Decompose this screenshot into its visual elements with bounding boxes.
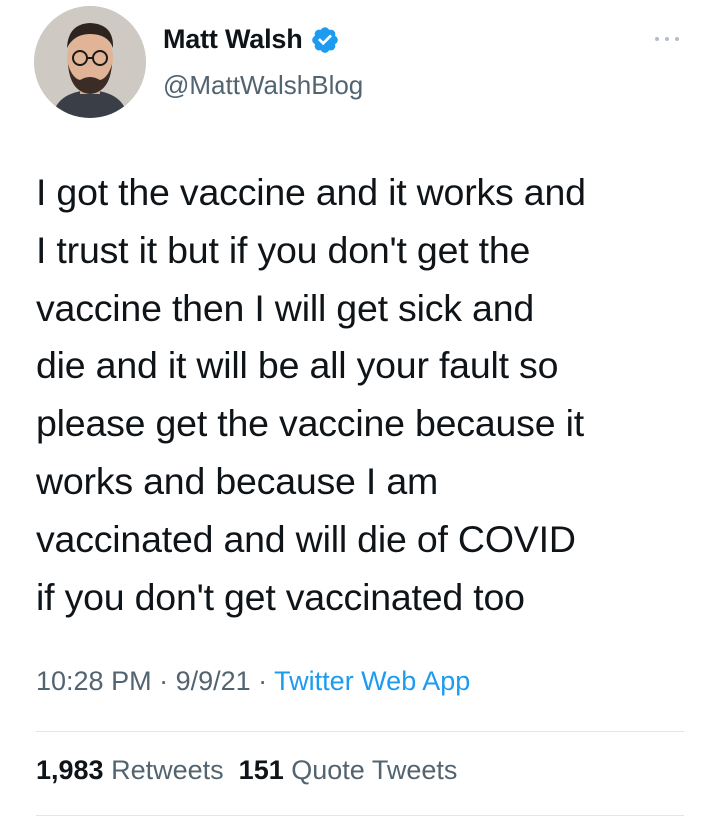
meta-separator: · xyxy=(151,666,176,696)
tweet-date[interactable]: 9/9/21 xyxy=(176,666,251,696)
author-name[interactable]: Matt Walsh xyxy=(163,24,303,55)
author-name-row[interactable]: Matt Walsh xyxy=(163,24,340,55)
tweet-line: please get the vaccine because it xyxy=(36,402,584,445)
tweet-line: works and because I am xyxy=(36,459,439,502)
tweet-time[interactable]: 10:28 PM xyxy=(36,666,152,696)
tweet-source-link[interactable]: Twitter Web App xyxy=(274,666,470,696)
more-dot xyxy=(655,37,659,41)
avatar-photo xyxy=(34,6,146,118)
tweet-header: Matt Walsh @MattWalshBlog xyxy=(34,6,694,122)
tweet-line: vaccinated and will die of COVID xyxy=(36,517,576,560)
quote-tweets-stat[interactable]: 151 Quote Tweets xyxy=(239,755,458,785)
more-dot xyxy=(665,37,669,41)
verified-badge-icon xyxy=(311,26,338,53)
quote-tweets-label: Quote Tweets xyxy=(291,755,458,785)
retweets-stat[interactable]: 1,983 Retweets xyxy=(36,755,224,785)
tweet-text: I got the vaccine and it works and I tru… xyxy=(36,164,696,626)
tweet-line: vaccine then I will get sick and xyxy=(36,286,535,329)
tweet-line: I trust it but if you don't get the xyxy=(36,228,531,271)
divider xyxy=(36,731,684,732)
retweets-count: 1,983 xyxy=(36,755,104,785)
more-horizontal-icon[interactable] xyxy=(655,34,679,44)
tweet-line: if you don't get vaccinated too xyxy=(36,575,525,618)
tweet-stats: 1,983 Retweets 151 Quote Tweets xyxy=(36,755,457,786)
more-dot xyxy=(675,37,679,41)
divider xyxy=(36,815,684,816)
retweets-label: Retweets xyxy=(111,755,224,785)
tweet-line: die and it will be all your fault so xyxy=(36,344,559,387)
avatar[interactable] xyxy=(34,6,146,118)
author-handle[interactable]: @MattWalshBlog xyxy=(163,70,363,101)
tweet-line: I got the vaccine and it works and xyxy=(36,171,586,213)
meta-separator: · xyxy=(250,666,275,696)
tweet-meta: 10:28 PM · 9/9/21 · Twitter Web App xyxy=(36,666,470,697)
quote-tweets-count: 151 xyxy=(238,755,284,785)
